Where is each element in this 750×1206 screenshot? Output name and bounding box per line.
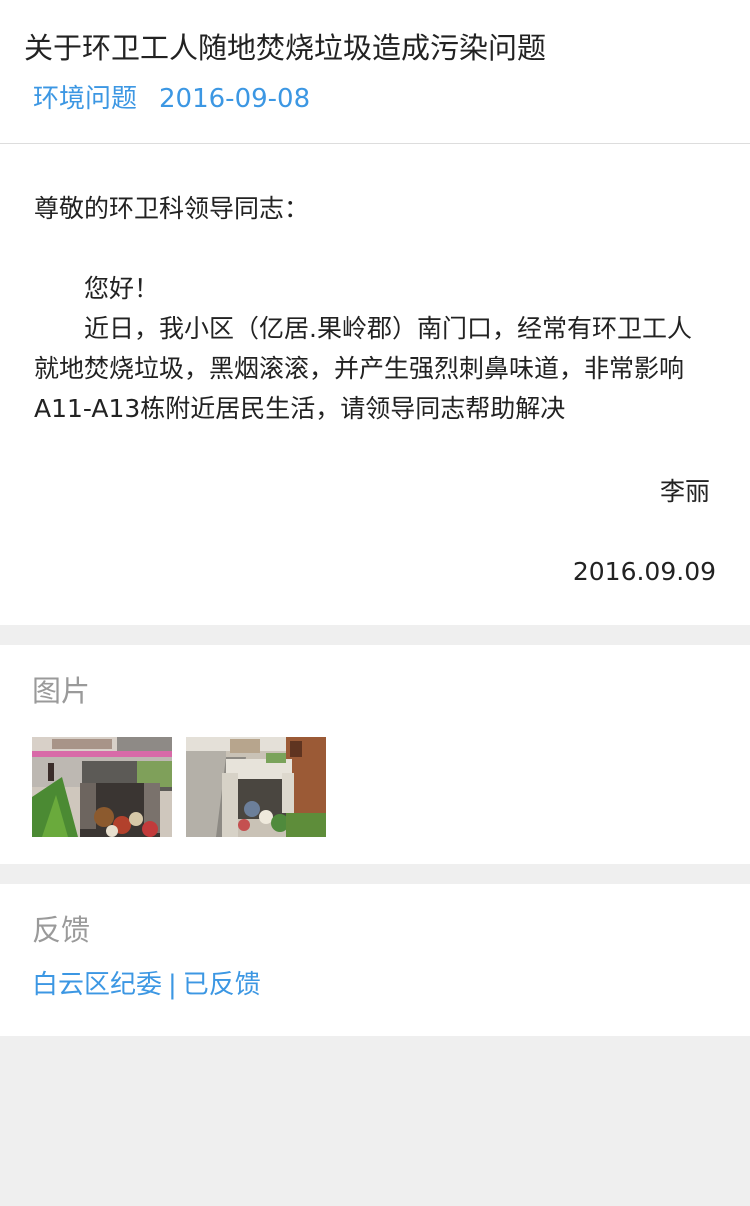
letter-signature: 李丽 bbox=[659, 477, 710, 506]
letter-salutation: 尊敬的环卫科领导同志： bbox=[34, 194, 310, 223]
photo-thumbnail-1[interactable] bbox=[32, 737, 172, 837]
feedback-status[interactable]: 已反馈 bbox=[183, 970, 261, 1000]
letter-greeting: 您好！ bbox=[84, 274, 160, 303]
photo-garbage-burning-1-icon bbox=[32, 737, 172, 837]
category-link[interactable]: 环境问题 bbox=[33, 84, 137, 114]
post-header: 关于环卫工人随地焚烧垃圾造成污染问题 环境问题 2016-09-08 bbox=[0, 0, 750, 144]
page: 关于环卫工人随地焚烧垃圾造成污染问题 环境问题 2016-09-08 尊敬的环卫科… bbox=[0, 0, 750, 1206]
section-divider bbox=[0, 625, 750, 645]
image-thumbnails bbox=[32, 737, 718, 837]
feedback-status-line: 白云区纪委 | 已反馈 bbox=[32, 968, 718, 1002]
feedback-department[interactable]: 白云区纪委 bbox=[32, 970, 162, 1000]
images-section: 图片 bbox=[0, 645, 750, 864]
feedback-separator: | bbox=[168, 970, 177, 1000]
post-date: 2016-09-08 bbox=[159, 84, 311, 114]
feedback-section-title: 反馈 bbox=[32, 913, 91, 947]
letter-content: 尊敬的环卫科领导同志： 您好！ 近日，我小区（亿居.果岭郡）南门口，经常有环卫工… bbox=[0, 144, 750, 625]
section-divider bbox=[0, 864, 750, 884]
feedback-section: 反馈 白云区纪委 | 已反馈 bbox=[0, 884, 750, 1036]
post-title: 关于环卫工人随地焚烧垃圾造成污染问题 bbox=[24, 31, 547, 65]
letter-body: 近日，我小区（亿居.果岭郡）南门口，经常有环卫工人就地焚烧垃圾，黑烟滚滚，并产生… bbox=[34, 314, 692, 423]
letter-sign-date: 2016.09.09 bbox=[572, 557, 716, 586]
images-section-title: 图片 bbox=[32, 674, 91, 708]
post-meta: 环境问题 2016-09-08 bbox=[24, 82, 726, 116]
photo-garbage-burning-2-icon bbox=[186, 737, 326, 837]
photo-thumbnail-2[interactable] bbox=[186, 737, 326, 837]
